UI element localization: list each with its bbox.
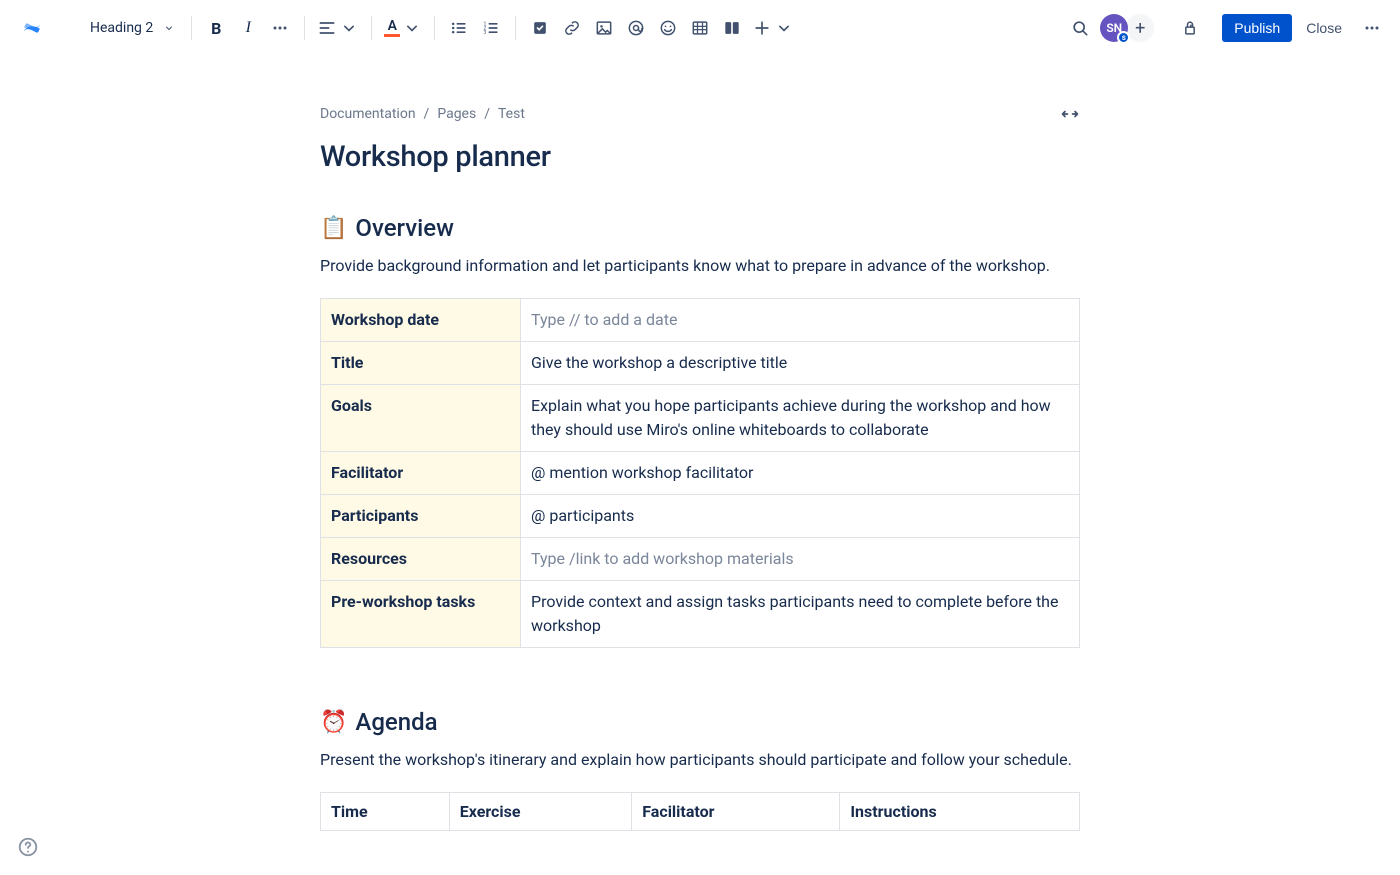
page-width-toggle[interactable] [1060, 104, 1080, 124]
page-title[interactable]: Workshop planner [320, 140, 1080, 174]
breadcrumb-item[interactable]: Documentation [320, 106, 416, 122]
text-style-label: Heading 2 [90, 20, 153, 36]
table-header-cell[interactable]: Facilitator [321, 452, 521, 495]
agenda-description[interactable]: Present the workshop's itinerary and exp… [320, 748, 1080, 772]
agenda-heading[interactable]: ⏰ Agenda [320, 708, 1080, 736]
align-button[interactable] [313, 12, 363, 44]
text-color-button[interactable]: A [380, 12, 426, 44]
table-header-cell[interactable]: Workshop date [321, 299, 521, 342]
agenda-table[interactable]: TimeExerciseFacilitatorInstructions [320, 792, 1080, 831]
table-cell[interactable]: @ mention workshop facilitator [521, 452, 1080, 495]
table-cell[interactable]: Type /link to add workshop materials [521, 538, 1080, 581]
image-button[interactable] [588, 12, 620, 44]
more-actions-button[interactable] [1356, 12, 1388, 44]
agenda-heading-text: Agenda [355, 708, 437, 736]
table-header-cell[interactable]: Participants [321, 495, 521, 538]
chevron-down-icon [163, 22, 175, 34]
table-row[interactable]: ResourcesType /link to add workshop mate… [321, 538, 1080, 581]
table-header-cell[interactable]: Title [321, 342, 521, 385]
breadcrumb-item[interactable]: Test [498, 106, 525, 122]
publish-button[interactable]: Publish [1222, 14, 1292, 42]
mention-button[interactable] [620, 12, 652, 44]
bold-button[interactable]: B [200, 12, 232, 44]
toolbar-separator [304, 16, 305, 40]
table-cell[interactable]: Type // to add a date [521, 299, 1080, 342]
layouts-button[interactable] [716, 12, 748, 44]
numbered-list-button[interactable]: 123 [475, 12, 507, 44]
italic-button[interactable]: I [232, 12, 264, 44]
table-row[interactable]: Pre-workshop tasksProvide context and as… [321, 581, 1080, 648]
table-header-cell[interactable]: Goals [321, 385, 521, 452]
table-cell[interactable]: Provide context and assign tasks partici… [521, 581, 1080, 648]
insert-more-button[interactable] [748, 12, 798, 44]
table-row[interactable]: GoalsExplain what you hope participants … [321, 385, 1080, 452]
table-row[interactable]: Workshop dateType // to add a date [321, 299, 1080, 342]
overview-heading-text: Overview [355, 214, 454, 242]
clipboard-icon: 📋 [320, 216, 347, 241]
toolbar-separator [515, 16, 516, 40]
find-replace-button[interactable] [1064, 12, 1096, 44]
breadcrumb-separator: / [424, 106, 430, 122]
table-cell[interactable]: Explain what you hope participants achie… [521, 385, 1080, 452]
table-header-cell[interactable]: Instructions [840, 793, 1080, 831]
breadcrumb-item[interactable]: Pages [437, 106, 476, 122]
text-style-dropdown[interactable]: Heading 2 [82, 16, 183, 40]
chevron-down-icon [402, 18, 422, 38]
help-button[interactable] [16, 835, 40, 859]
toolbar-separator [371, 16, 372, 40]
table-cell[interactable]: @ participants [521, 495, 1080, 538]
overview-heading[interactable]: 📋 Overview [320, 214, 1080, 242]
restrictions-button[interactable] [1174, 12, 1206, 44]
editor-content[interactable]: Documentation / Pages / Test Workshop pl… [320, 56, 1080, 831]
table-cell[interactable]: Give the workshop a descriptive title [521, 342, 1080, 385]
editor-toolbar: Heading 2 B I A 123 [0, 0, 1400, 56]
presence-badge: s [1117, 31, 1130, 44]
breadcrumb: Documentation / Pages / Test [320, 106, 525, 122]
invite-button[interactable]: + [1126, 14, 1154, 42]
toolbar-separator [191, 16, 192, 40]
chevron-down-icon [774, 18, 794, 38]
action-item-button[interactable] [524, 12, 556, 44]
user-avatar[interactable]: SN s [1100, 14, 1128, 42]
confluence-logo[interactable] [18, 14, 46, 42]
table-header-cell[interactable]: Facilitator [632, 793, 840, 831]
table-row[interactable]: Facilitator@ mention workshop facilitato… [321, 452, 1080, 495]
toolbar-separator [434, 16, 435, 40]
table-header-cell[interactable]: Resources [321, 538, 521, 581]
table-header-cell[interactable]: Exercise [449, 793, 632, 831]
overview-table[interactable]: Workshop dateType // to add a dateTitleG… [320, 298, 1080, 648]
overview-description[interactable]: Provide background information and let p… [320, 254, 1080, 278]
table-row[interactable]: TitleGive the workshop a descriptive tit… [321, 342, 1080, 385]
close-button[interactable]: Close [1296, 14, 1352, 42]
table-button[interactable] [684, 12, 716, 44]
chevron-down-icon [339, 18, 359, 38]
table-row[interactable]: Participants@ participants [321, 495, 1080, 538]
svg-text:3: 3 [484, 30, 487, 36]
breadcrumb-separator: / [484, 106, 490, 122]
link-button[interactable] [556, 12, 588, 44]
more-formatting-button[interactable] [264, 12, 296, 44]
emoji-button[interactable] [652, 12, 684, 44]
clock-icon: ⏰ [320, 710, 347, 735]
bullet-list-button[interactable] [443, 12, 475, 44]
table-header-cell[interactable]: Pre-workshop tasks [321, 581, 521, 648]
table-header-cell[interactable]: Time [321, 793, 450, 831]
